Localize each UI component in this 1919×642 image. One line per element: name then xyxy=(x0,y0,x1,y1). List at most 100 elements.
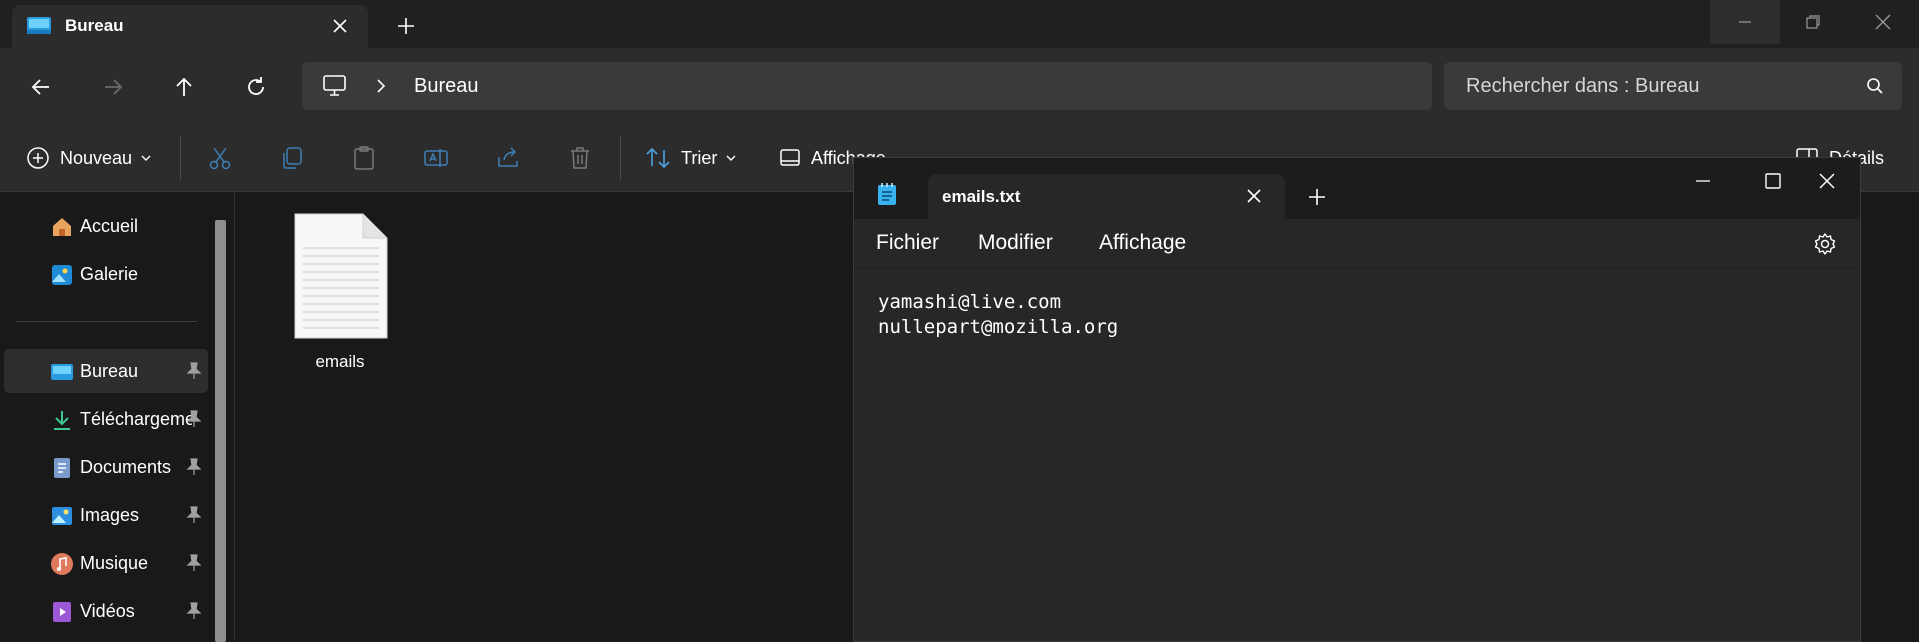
close-window-button[interactable] xyxy=(1848,0,1918,44)
rename-icon xyxy=(424,149,448,167)
text-line[interactable]: nullepart@mozilla.org xyxy=(878,316,1118,338)
sidebar-item-videos[interactable]: Vidéos xyxy=(4,589,208,633)
copy-icon xyxy=(283,147,302,169)
sidebar-scrollbar[interactable] xyxy=(215,220,226,642)
up-button[interactable] xyxy=(167,70,201,104)
pin-icon[interactable] xyxy=(186,458,202,476)
arrow-right-icon xyxy=(105,79,123,95)
sort-label: Trier xyxy=(681,147,718,168)
close-tab-icon[interactable] xyxy=(328,14,352,38)
sidebar-item-documents[interactable]: Documents xyxy=(4,445,208,489)
cut-button[interactable] xyxy=(207,140,233,176)
plus-icon xyxy=(1309,189,1325,205)
menu-modifier[interactable]: Modifier xyxy=(978,231,1053,255)
close-window-button[interactable] xyxy=(1797,162,1857,200)
home-icon xyxy=(50,215,74,239)
chevron-right-icon[interactable] xyxy=(374,78,388,94)
share-button[interactable] xyxy=(495,140,521,176)
sidebar-label: Musique xyxy=(80,553,149,573)
minimize-icon xyxy=(1696,180,1710,182)
paste-button[interactable] xyxy=(351,140,377,176)
sort-button[interactable]: Trier xyxy=(645,140,737,176)
pin-icon[interactable] xyxy=(186,554,202,572)
desktop-folder-icon xyxy=(50,360,74,384)
arrow-up-icon xyxy=(176,77,192,96)
text-line[interactable]: yamashi@live.com xyxy=(878,291,1061,313)
refresh-button[interactable] xyxy=(239,70,273,104)
tab-title: emails.txt xyxy=(942,187,1021,206)
menu-fichier[interactable]: Fichier xyxy=(876,231,939,255)
scissors-icon xyxy=(209,147,231,170)
music-icon xyxy=(50,552,74,576)
menu-affichage[interactable]: Affichage xyxy=(1099,231,1186,255)
restore-button[interactable] xyxy=(1778,0,1848,44)
maximize-icon xyxy=(1765,173,1781,189)
documents-icon xyxy=(50,456,74,480)
gallery-icon xyxy=(50,263,74,287)
sidebar-divider xyxy=(16,321,197,322)
desktop-folder-icon xyxy=(26,15,52,37)
notepad-icon xyxy=(876,182,898,206)
tab-bureau[interactable]: Bureau xyxy=(12,5,368,48)
pane-divider xyxy=(234,192,235,642)
pictures-icon xyxy=(50,504,74,528)
sidebar-item-telechargements[interactable]: Téléchargements xyxy=(4,397,208,441)
this-pc-icon xyxy=(322,74,348,98)
copy-button[interactable] xyxy=(279,140,305,176)
sidebar-item-images[interactable]: Images xyxy=(4,493,208,537)
new-button[interactable]: Nouveau xyxy=(26,140,152,176)
close-tab-icon[interactable] xyxy=(1244,186,1264,206)
minimize-icon xyxy=(1739,21,1751,23)
chevron-down-icon xyxy=(726,155,736,161)
file-name: emails xyxy=(315,352,365,371)
explorer-navbar: Bureau Rechercher dans : Bureau xyxy=(0,48,1919,122)
videos-icon xyxy=(50,600,74,624)
arrow-left-icon xyxy=(31,79,49,95)
search-icon xyxy=(1866,77,1884,95)
paste-icon xyxy=(354,146,374,170)
sidebar-label: Téléchargements xyxy=(80,409,192,429)
back-button[interactable] xyxy=(24,70,58,104)
download-icon xyxy=(50,408,74,432)
file-item-emails[interactable]: emails xyxy=(280,212,400,376)
sidebar-label: Images xyxy=(80,505,140,525)
trash-icon xyxy=(571,147,589,169)
rename-button[interactable] xyxy=(423,140,449,176)
delete-button[interactable] xyxy=(567,140,593,176)
sidebar-label: Bureau xyxy=(80,361,139,381)
sidebar-item-bureau[interactable]: Bureau xyxy=(4,349,208,393)
new-tab-button[interactable] xyxy=(1306,186,1328,208)
sidebar-label: Galerie xyxy=(80,264,139,284)
text-editor-area[interactable]: yamashi@live.com nullepart@mozilla.org xyxy=(854,269,1860,641)
settings-gear-icon[interactable] xyxy=(1813,232,1837,256)
plus-icon xyxy=(398,18,414,34)
plus-circle-icon xyxy=(27,147,49,169)
pin-icon[interactable] xyxy=(186,410,202,428)
share-icon xyxy=(498,147,518,167)
address-bar[interactable]: Bureau xyxy=(302,62,1432,110)
restore-icon xyxy=(1806,15,1820,29)
maximize-button[interactable] xyxy=(1743,162,1803,200)
notepad-window: emails.txt Fichier Modifier Affichage ya… xyxy=(853,157,1861,642)
new-tab-button[interactable] xyxy=(392,12,420,40)
close-icon xyxy=(1875,14,1891,30)
sidebar-item-musique[interactable]: Musique xyxy=(4,541,208,585)
breadcrumb-bureau[interactable]: Bureau xyxy=(414,75,479,98)
refresh-icon xyxy=(248,77,264,95)
sidebar-item-accueil[interactable]: Accueil xyxy=(4,204,208,248)
new-label: Nouveau xyxy=(60,147,133,168)
minimize-button[interactable] xyxy=(1673,162,1733,200)
pin-icon[interactable] xyxy=(186,506,202,524)
pin-icon[interactable] xyxy=(186,602,202,620)
sidebar-item-galerie[interactable]: Galerie xyxy=(4,252,208,296)
sidebar-label: Vidéos xyxy=(80,601,135,621)
forward-button[interactable] xyxy=(96,70,130,104)
tab-emails-txt[interactable]: emails.txt xyxy=(928,174,1285,219)
text-file-icon xyxy=(293,212,389,340)
pin-icon[interactable] xyxy=(186,362,202,380)
navigation-pane: Accueil Galerie Bureau Téléchargements D… xyxy=(0,192,230,642)
minimize-button[interactable] xyxy=(1710,0,1780,44)
search-input[interactable]: Rechercher dans : Bureau xyxy=(1444,62,1902,110)
notepad-titlebar: emails.txt xyxy=(854,158,1860,219)
explorer-titlebar: Bureau xyxy=(0,0,1919,48)
